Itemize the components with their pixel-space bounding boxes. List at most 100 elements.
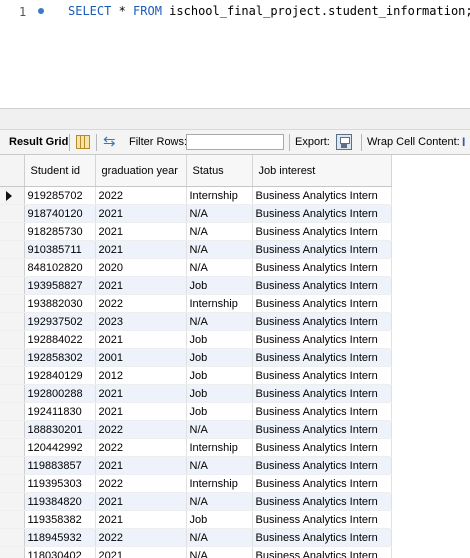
graduation-year-cell[interactable]: 2001: [95, 348, 187, 367]
graduation-year-cell[interactable]: 2021: [95, 384, 187, 403]
table-row[interactable]: 188830201 2022 N/A Business Analytics Inter…: [0, 420, 392, 439]
student-id-cell[interactable]: 192884022: [24, 330, 96, 349]
table-row[interactable]: 193882030 2022 Internship Business Analytic…: [0, 294, 392, 313]
filter-rows-input[interactable]: [186, 134, 284, 150]
student-id-cell[interactable]: 119384820: [24, 492, 96, 511]
row-header[interactable]: [0, 222, 25, 241]
column-header-student-id[interactable]: Student id: [24, 155, 96, 187]
row-header[interactable]: [0, 510, 25, 529]
student-id-cell[interactable]: 919285702: [24, 186, 96, 205]
row-header[interactable]: [0, 456, 25, 475]
table-row[interactable]: 192840129 2012 Job Business Analytics Inter…: [0, 366, 392, 385]
student-id-cell[interactable]: 119358382: [24, 510, 96, 529]
grid-view-icon[interactable]: [76, 135, 90, 149]
job-interest-cell[interactable]: Business Analytics Intern: [252, 186, 392, 205]
column-header-job-interest[interactable]: Job interest: [252, 155, 392, 187]
status-cell[interactable]: Job: [186, 330, 253, 349]
graduation-year-cell[interactable]: 2022: [95, 420, 187, 439]
status-cell[interactable]: N/A: [186, 240, 253, 259]
table-row[interactable]: 918285730 2021 N/A Business Analytics Inter…: [0, 222, 392, 241]
row-header[interactable]: [0, 186, 25, 205]
table-row[interactable]: 192884022 2021 Job Business Analytics Inter…: [0, 330, 392, 349]
status-cell[interactable]: Internship: [186, 438, 253, 457]
job-interest-cell[interactable]: Business Analytics Intern: [252, 330, 392, 349]
table-row[interactable]: 192411830 2021 Job Business Analytics Inter…: [0, 402, 392, 421]
graduation-year-cell[interactable]: 2021: [95, 492, 187, 511]
row-header[interactable]: [0, 366, 25, 385]
panel-splitter[interactable]: [0, 108, 470, 130]
graduation-year-cell[interactable]: 2021: [95, 204, 187, 223]
status-cell[interactable]: N/A: [186, 312, 253, 331]
graduation-year-cell[interactable]: 2022: [95, 528, 187, 547]
row-header[interactable]: [0, 312, 25, 331]
column-header-graduation-year[interactable]: graduation year: [95, 155, 187, 187]
row-header[interactable]: [0, 294, 25, 313]
row-header[interactable]: [0, 402, 25, 421]
graduation-year-cell[interactable]: 2021: [95, 546, 187, 558]
job-interest-cell[interactable]: Business Analytics Intern: [252, 492, 392, 511]
sql-statement[interactable]: SELECT * FROM ischool_final_project.stud…: [68, 4, 470, 18]
status-cell[interactable]: N/A: [186, 456, 253, 475]
student-id-cell[interactable]: 118945932: [24, 528, 96, 547]
student-id-cell[interactable]: 192411830: [24, 402, 96, 421]
graduation-year-cell[interactable]: 2023: [95, 312, 187, 331]
status-cell[interactable]: N/A: [186, 258, 253, 277]
status-cell[interactable]: Job: [186, 384, 253, 403]
student-id-cell[interactable]: 120442992: [24, 438, 96, 457]
graduation-year-cell[interactable]: 2022: [95, 186, 187, 205]
graduation-year-cell[interactable]: 2021: [95, 456, 187, 475]
table-row[interactable]: 192858302 2001 Job Business Analytics Inter…: [0, 348, 392, 367]
job-interest-cell[interactable]: Business Analytics Intern: [252, 204, 392, 223]
row-header[interactable]: [0, 240, 25, 259]
status-cell[interactable]: Internship: [186, 474, 253, 493]
student-id-cell[interactable]: 193882030: [24, 294, 96, 313]
job-interest-cell[interactable]: Business Analytics Intern: [252, 312, 392, 331]
row-header[interactable]: [0, 492, 25, 511]
table-row[interactable]: 910385711 2021 N/A Business Analytics Inter…: [0, 240, 392, 259]
student-id-cell[interactable]: 910385711: [24, 240, 96, 259]
row-header[interactable]: [0, 258, 25, 277]
export-icon[interactable]: [336, 134, 352, 150]
student-id-cell[interactable]: 192840129: [24, 366, 96, 385]
student-id-cell[interactable]: 119883857: [24, 456, 96, 475]
job-interest-cell[interactable]: Business Analytics Intern: [252, 366, 392, 385]
table-row[interactable]: 918740120 2021 N/A Business Analytics Inter…: [0, 204, 392, 223]
job-interest-cell[interactable]: Business Analytics Intern: [252, 510, 392, 529]
table-row[interactable]: 919285702 2022 Internship Business Analytic…: [0, 186, 392, 205]
row-header[interactable]: [0, 384, 25, 403]
row-header[interactable]: [0, 330, 25, 349]
graduation-year-cell[interactable]: 2012: [95, 366, 187, 385]
status-cell[interactable]: N/A: [186, 420, 253, 439]
job-interest-cell[interactable]: Business Analytics Intern: [252, 222, 392, 241]
row-header[interactable]: [0, 348, 25, 367]
job-interest-cell[interactable]: Business Analytics Intern: [252, 546, 392, 558]
graduation-year-cell[interactable]: 2021: [95, 222, 187, 241]
status-cell[interactable]: Internship: [186, 294, 253, 313]
student-id-cell[interactable]: 192937502: [24, 312, 96, 331]
status-cell[interactable]: N/A: [186, 492, 253, 511]
graduation-year-cell[interactable]: 2022: [95, 294, 187, 313]
job-interest-cell[interactable]: Business Analytics Intern: [252, 456, 392, 475]
status-cell[interactable]: Job: [186, 276, 253, 295]
row-header[interactable]: [0, 276, 25, 295]
student-id-cell[interactable]: 118030402: [24, 546, 96, 558]
job-interest-cell[interactable]: Business Analytics Intern: [252, 240, 392, 259]
table-row[interactable]: 119358382 2021 Job Business Analytics Inter…: [0, 510, 392, 529]
student-id-cell[interactable]: 918740120: [24, 204, 96, 223]
graduation-year-cell[interactable]: 2022: [95, 438, 187, 457]
graduation-year-cell[interactable]: 2021: [95, 240, 187, 259]
job-interest-cell[interactable]: Business Analytics Intern: [252, 276, 392, 295]
student-id-cell[interactable]: 918285730: [24, 222, 96, 241]
job-interest-cell[interactable]: Business Analytics Intern: [252, 258, 392, 277]
table-row[interactable]: 118945932 2022 N/A Business Analytics Inter…: [0, 528, 392, 547]
job-interest-cell[interactable]: Business Analytics Intern: [252, 348, 392, 367]
status-cell[interactable]: N/A: [186, 222, 253, 241]
job-interest-cell[interactable]: Business Analytics Intern: [252, 384, 392, 403]
table-row[interactable]: 193958827 2021 Job Business Analytics Inter…: [0, 276, 392, 295]
student-id-cell[interactable]: 848102820: [24, 258, 96, 277]
graduation-year-cell[interactable]: 2021: [95, 402, 187, 421]
table-row[interactable]: 120442992 2022 Internship Business Analytic…: [0, 438, 392, 457]
graduation-year-cell[interactable]: 2020: [95, 258, 187, 277]
column-header-status[interactable]: Status: [186, 155, 253, 187]
status-cell[interactable]: Job: [186, 348, 253, 367]
